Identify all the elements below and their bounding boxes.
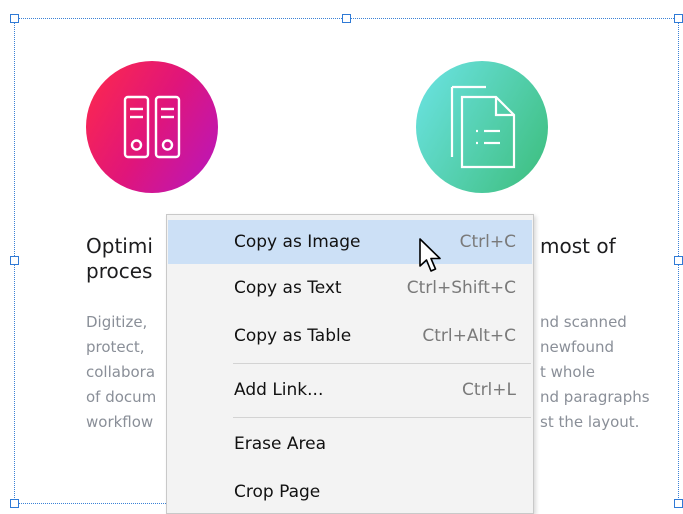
left-heading-line1: Optimi [86, 234, 153, 258]
menu-item-add-link[interactable]: Add Link... Ctrl+L [168, 368, 532, 412]
menu-item-shortcut: Ctrl+C [459, 232, 516, 252]
left-heading-line2: proces [86, 259, 153, 283]
menu-item-shortcut: Ctrl+Alt+C [422, 326, 516, 346]
menu-separator [233, 417, 531, 418]
menu-item-label: Copy as Image [234, 232, 361, 252]
context-menu: Copy as Image Ctrl+C Copy as Text Ctrl+S… [166, 214, 534, 514]
left-body-line: of docum [86, 388, 157, 406]
left-body-line: protect, [86, 338, 145, 356]
resize-handle-bottom-right[interactable] [674, 499, 683, 508]
menu-item-copy-as-text[interactable]: Copy as Text Ctrl+Shift+C [168, 266, 532, 310]
menu-item-label: Add Link... [234, 380, 324, 400]
resize-handle-bottom-left[interactable] [10, 499, 19, 508]
resize-handle-top-right[interactable] [674, 14, 683, 23]
menu-item-copy-as-image[interactable]: Copy as Image Ctrl+C [168, 220, 532, 264]
menu-item-crop-page[interactable]: Crop Page [168, 470, 532, 514]
left-body-line: workflow [86, 413, 154, 431]
menu-item-label: Erase Area [234, 434, 326, 454]
menu-item-copy-as-table[interactable]: Copy as Table Ctrl+Alt+C [168, 314, 532, 358]
right-heading-line1: most of [540, 234, 616, 258]
menu-item-label: Copy as Text [234, 278, 342, 298]
menu-item-label: Copy as Table [234, 326, 352, 346]
right-body-line: st the layout. [540, 413, 640, 431]
binders-icon [123, 95, 181, 159]
menu-item-label: Crop Page [234, 482, 321, 502]
document-icon [450, 85, 516, 169]
right-body-line: newfound [540, 338, 614, 356]
menu-separator [233, 363, 531, 364]
selection-bottom-edge [14, 503, 166, 504]
resize-handle-middle-right[interactable] [674, 256, 683, 265]
right-body-line: nd paragraphs [540, 388, 650, 406]
left-body-line: collabora [86, 363, 156, 381]
left-body-line: Digitize, [86, 313, 148, 331]
menu-item-erase-area[interactable]: Erase Area [168, 422, 532, 466]
right-body-line: nd scanned [540, 313, 627, 331]
binders-circle [86, 61, 218, 193]
page-canvas: Optimi proces most of Digitize, protect,… [0, 0, 683, 514]
document-circle [416, 61, 548, 193]
right-body-line: t whole [540, 363, 595, 381]
menu-item-shortcut: Ctrl+L [462, 380, 516, 400]
menu-item-shortcut: Ctrl+Shift+C [406, 278, 516, 298]
resize-handle-top-center[interactable] [342, 14, 351, 23]
resize-handle-top-left[interactable] [10, 14, 19, 23]
mouse-pointer-icon [419, 238, 441, 272]
resize-handle-middle-left[interactable] [10, 256, 19, 265]
